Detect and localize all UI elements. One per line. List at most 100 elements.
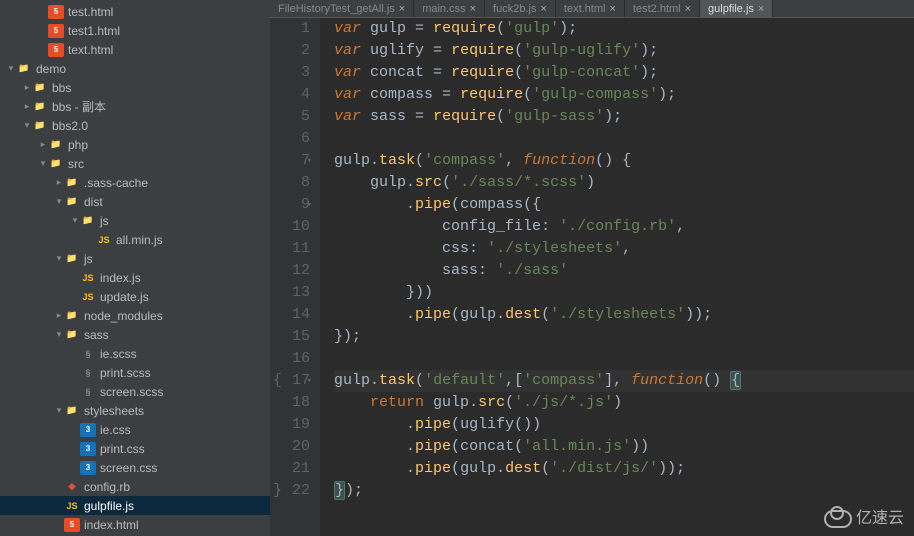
project-tree[interactable]: 5test.html5test1.html5text.html▾📁demo▸📁b… — [0, 0, 270, 536]
chevron-right-icon[interactable]: ▸ — [54, 177, 64, 188]
code-line-5[interactable]: var sass = require('gulp-sass'); — [334, 106, 914, 128]
line-number[interactable]: 20 — [270, 436, 310, 458]
code-line-12[interactable]: sass: './sass' — [334, 260, 914, 282]
tab-text-html[interactable]: text.html× — [556, 0, 625, 17]
tree-item-screen-scss[interactable]: §screen.scss — [0, 382, 270, 401]
code-line-1[interactable]: var gulp = require('gulp'); — [334, 18, 914, 40]
tree-item-config-rb[interactable]: ◆config.rb — [0, 477, 270, 496]
chevron-right-icon[interactable]: ▸ — [54, 310, 64, 321]
tree-item-bbs[interactable]: ▸📁bbs — [0, 78, 270, 97]
tree-item-ie-scss[interactable]: §ie.scss — [0, 344, 270, 363]
close-icon[interactable]: × — [540, 3, 546, 15]
code-line-13[interactable]: })) — [334, 282, 914, 304]
tree-item-index-html[interactable]: 5index.html — [0, 515, 270, 534]
tree-item-js[interactable]: ▾📁js — [0, 211, 270, 230]
code-line-4[interactable]: var compass = require('gulp-compass'); — [334, 84, 914, 106]
code-line-11[interactable]: css: './stylesheets', — [334, 238, 914, 260]
line-number[interactable]: 4 — [270, 84, 310, 106]
tree-item-all-min-js[interactable]: JSall.min.js — [0, 230, 270, 249]
tree-item-print-css[interactable]: 3print.css — [0, 439, 270, 458]
tree-item-ie-css[interactable]: 3ie.css — [0, 420, 270, 439]
tab-bar[interactable]: FileHistoryTest_getAll.js×main.css×fuck2… — [270, 0, 914, 18]
close-icon[interactable]: × — [470, 3, 476, 15]
line-number[interactable]: 9 — [270, 194, 310, 216]
code-line-10[interactable]: config_file: './config.rb', — [334, 216, 914, 238]
code-editor[interactable]: 12345678910111213141516171819202122 var … — [270, 18, 914, 536]
chevron-down-icon[interactable]: ▾ — [54, 329, 64, 340]
code-line-3[interactable]: var concat = require('gulp-concat'); — [334, 62, 914, 84]
code-content[interactable]: var gulp = require('gulp');var uglify = … — [320, 18, 914, 536]
chevron-down-icon[interactable]: ▾ — [54, 405, 64, 416]
tree-item-bbs2-0[interactable]: ▾📁bbs2.0 — [0, 116, 270, 135]
line-number[interactable]: 15 — [270, 326, 310, 348]
line-number[interactable]: 22 — [270, 480, 310, 502]
tree-item-screen-css[interactable]: 3screen.css — [0, 458, 270, 477]
line-number[interactable]: 1 — [270, 18, 310, 40]
line-number[interactable]: 17 — [270, 370, 310, 392]
line-number[interactable]: 11 — [270, 238, 310, 260]
tree-item-node-modules[interactable]: ▸📁node_modules — [0, 306, 270, 325]
line-number[interactable]: 2 — [270, 40, 310, 62]
tree-item-dist[interactable]: ▾📁dist — [0, 192, 270, 211]
line-number[interactable]: 6 — [270, 128, 310, 150]
code-line-17[interactable]: gulp.task('default',['compass'], functio… — [334, 370, 914, 392]
chevron-down-icon[interactable]: ▾ — [70, 215, 80, 226]
tree-item-index-js[interactable]: JSindex.js — [0, 268, 270, 287]
line-number[interactable]: 19 — [270, 414, 310, 436]
code-line-15[interactable]: }); — [334, 326, 914, 348]
tab-fuck2b-js[interactable]: fuck2b.js× — [485, 0, 556, 17]
code-line-16[interactable] — [334, 348, 914, 370]
close-icon[interactable]: × — [685, 3, 691, 15]
tree-item-js[interactable]: ▾📁js — [0, 249, 270, 268]
line-number[interactable]: 16 — [270, 348, 310, 370]
chevron-right-icon[interactable]: ▸ — [22, 101, 32, 112]
tree-item-print-scss[interactable]: §print.scss — [0, 363, 270, 382]
chevron-down-icon[interactable]: ▾ — [54, 196, 64, 207]
code-line-21[interactable]: .pipe(gulp.dest('./dist/js/')); — [334, 458, 914, 480]
line-number[interactable]: 18 — [270, 392, 310, 414]
chevron-down-icon[interactable]: ▾ — [38, 158, 48, 169]
tab-gulpfile-js[interactable]: gulpfile.js× — [700, 0, 773, 17]
line-number[interactable]: 3 — [270, 62, 310, 84]
tree-item-php[interactable]: ▸📁php — [0, 135, 270, 154]
code-line-7[interactable]: gulp.task('compass', function() { — [334, 150, 914, 172]
close-icon[interactable]: × — [609, 3, 615, 15]
line-number[interactable]: 13 — [270, 282, 310, 304]
tab-main-css[interactable]: main.css× — [414, 0, 485, 17]
tree-item-demo[interactable]: ▾📁demo — [0, 59, 270, 78]
line-number[interactable]: 10 — [270, 216, 310, 238]
chevron-down-icon[interactable]: ▾ — [54, 253, 64, 264]
line-number[interactable]: 8 — [270, 172, 310, 194]
close-icon[interactable]: × — [399, 3, 405, 15]
tree-item-test1-html[interactable]: 5test1.html — [0, 21, 270, 40]
tree-item-stylesheets[interactable]: ▾📁stylesheets — [0, 401, 270, 420]
tree-item-sass[interactable]: ▾📁sass — [0, 325, 270, 344]
code-line-8[interactable]: gulp.src('./sass/*.scss') — [334, 172, 914, 194]
line-number[interactable]: 14 — [270, 304, 310, 326]
tree-item-bbs-[interactable]: ▸📁bbs - 副本 — [0, 97, 270, 116]
line-number[interactable]: 7 — [270, 150, 310, 172]
chevron-down-icon[interactable]: ▾ — [22, 120, 32, 131]
tree-item-gulpfile-js[interactable]: JSgulpfile.js — [0, 496, 270, 515]
code-line-6[interactable] — [334, 128, 914, 150]
chevron-right-icon[interactable]: ▸ — [38, 139, 48, 150]
tab-filehistorytest-getall-js[interactable]: FileHistoryTest_getAll.js× — [270, 0, 414, 17]
tree-item--sass-cache[interactable]: ▸📁.sass-cache — [0, 173, 270, 192]
tree-item-text-html[interactable]: 5text.html — [0, 40, 270, 59]
code-line-20[interactable]: .pipe(concat('all.min.js')) — [334, 436, 914, 458]
code-line-14[interactable]: .pipe(gulp.dest('./stylesheets')); — [334, 304, 914, 326]
tree-item-update-js[interactable]: JSupdate.js — [0, 287, 270, 306]
line-number[interactable]: 21 — [270, 458, 310, 480]
line-number[interactable]: 12 — [270, 260, 310, 282]
code-line-19[interactable]: .pipe(uglify()) — [334, 414, 914, 436]
tab-test2-html[interactable]: test2.html× — [625, 0, 700, 17]
tree-item-test-html[interactable]: 5test.html — [0, 2, 270, 21]
chevron-down-icon[interactable]: ▾ — [6, 63, 16, 74]
tree-item-src[interactable]: ▾📁src — [0, 154, 270, 173]
close-icon[interactable]: × — [758, 3, 764, 15]
code-line-22[interactable]: }); — [334, 480, 914, 502]
code-line-9[interactable]: .pipe(compass({ — [334, 194, 914, 216]
line-number[interactable]: 5 — [270, 106, 310, 128]
code-line-18[interactable]: return gulp.src('./js/*.js') — [334, 392, 914, 414]
chevron-right-icon[interactable]: ▸ — [22, 82, 32, 93]
